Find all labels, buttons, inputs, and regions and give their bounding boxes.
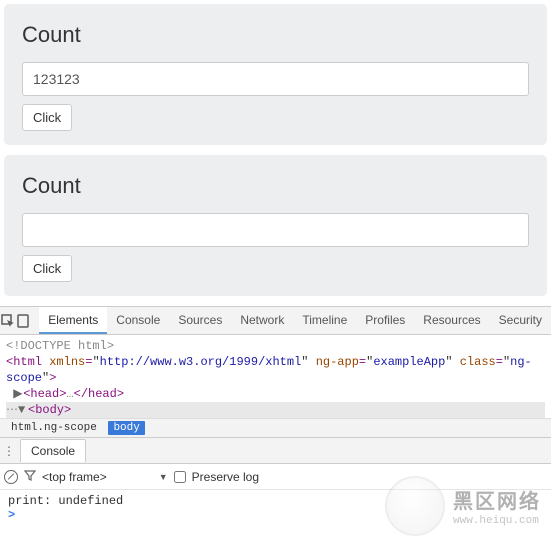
count-input[interactable] [22, 62, 529, 96]
console-output[interactable]: print: undefined > 黑区网络 www.heiqu.com [0, 490, 551, 530]
tab-elements[interactable]: Elements [39, 307, 107, 334]
preserve-log-checkbox[interactable] [174, 471, 186, 483]
console-prompt[interactable]: > [8, 508, 543, 522]
panel-heading: Count [22, 22, 529, 48]
tab-timeline[interactable]: Timeline [293, 307, 356, 334]
collapse-icon[interactable]: ▼ [18, 402, 28, 418]
dropdown-icon[interactable]: ▼ [159, 472, 168, 482]
elements-dom-tree[interactable]: <!DOCTYPE html> <html xmlns="http://www.… [0, 335, 551, 418]
dom-body-open[interactable]: ⋯▼<body> [6, 402, 545, 418]
tab-console[interactable]: Console [107, 307, 169, 334]
count-input[interactable] [22, 213, 529, 247]
panel-count-1: Count Click [4, 4, 547, 145]
inspect-icon[interactable] [0, 308, 15, 334]
dom-html-open: <html xmlns="http://www.w3.org/1999/xhtm… [6, 354, 545, 386]
drawer-tab-console[interactable]: Console [20, 439, 86, 462]
dom-head[interactable]: ▶<head>…</head> [6, 386, 545, 402]
drawer-header: ⋮ Console [0, 438, 551, 464]
devtools-toolbar: Elements Console Sources Network Timelin… [0, 307, 551, 335]
panel-count-2: Count Click [4, 155, 547, 296]
devtools-panel: Elements Console Sources Network Timelin… [0, 306, 551, 530]
crumb-html[interactable]: html.ng-scope [6, 421, 102, 435]
dom-doctype: <!DOCTYPE html> [6, 339, 114, 353]
click-button[interactable]: Click [22, 104, 72, 131]
panel-heading: Count [22, 173, 529, 199]
click-button[interactable]: Click [22, 255, 72, 282]
preserve-log-label: Preserve log [192, 470, 259, 484]
crumb-body[interactable]: body [108, 421, 144, 435]
console-toolbar: <top frame> ▼ Preserve log [0, 464, 551, 490]
tab-sources[interactable]: Sources [169, 307, 231, 334]
clear-console-icon[interactable] [4, 470, 18, 484]
drawer-menu-icon[interactable]: ⋮ [0, 444, 18, 458]
tab-profiles[interactable]: Profiles [356, 307, 414, 334]
tab-network[interactable]: Network [231, 307, 293, 334]
tab-security[interactable]: Security [490, 307, 551, 334]
console-context[interactable]: <top frame> [42, 470, 107, 484]
tab-resources[interactable]: Resources [414, 307, 489, 334]
filter-icon[interactable] [24, 469, 36, 484]
console-line: print: undefined [8, 494, 543, 508]
device-icon[interactable] [15, 308, 30, 334]
devtools-tabs: Elements Console Sources Network Timelin… [39, 307, 551, 334]
expand-icon[interactable]: ▶ [13, 386, 23, 402]
dom-breadcrumb: html.ng-scope body [0, 418, 551, 438]
